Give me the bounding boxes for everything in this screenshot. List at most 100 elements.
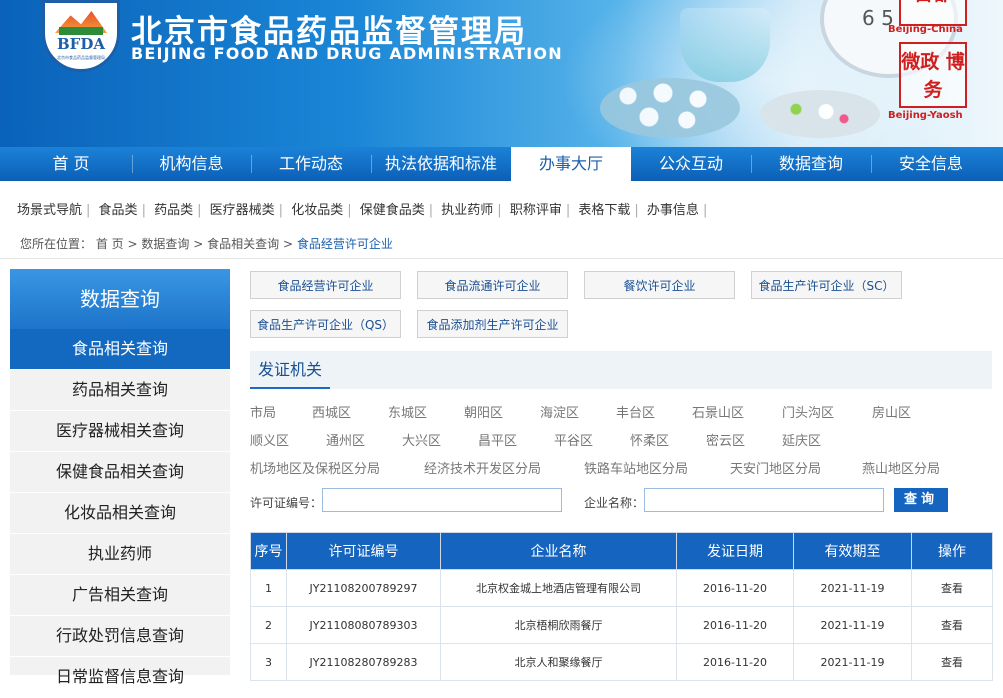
subnav-item[interactable]: 职称评审 (510, 199, 562, 218)
weibo-stamp-gov[interactable]: 微政 博务 (899, 42, 967, 108)
district-link[interactable]: 东城区 (388, 402, 427, 421)
nav-item-news[interactable]: 工作动态 (251, 147, 371, 181)
view-link[interactable]: 查看 (911, 569, 993, 607)
subnav-item[interactable]: 医疗器械类 (210, 199, 275, 218)
cell-index: 1 (250, 569, 287, 607)
subnav-item[interactable]: 场景式导航 (17, 199, 82, 218)
nav-item-data-query[interactable]: 数据查询 (751, 147, 871, 181)
subnav-item[interactable]: 食品类 (99, 199, 138, 218)
nav-item-safety-info[interactable]: 安全信息 (871, 147, 991, 181)
district-link[interactable]: 天安门地区分局 (730, 458, 821, 477)
cell-license: JY21108080789303 (286, 606, 441, 644)
nav-item-home[interactable]: 首 页 (10, 147, 132, 181)
district-link[interactable]: 大兴区 (402, 430, 441, 449)
district-link[interactable]: 石景山区 (692, 402, 744, 421)
breadcrumb-link[interactable]: 食品相关查询 (207, 237, 279, 251)
sidebar-item-supervision[interactable]: 日常监督信息查询 (10, 657, 230, 698)
col-header-index: 序号 (250, 532, 287, 570)
breadcrumb-sep: > (282, 237, 294, 251)
weibo-stamp-capital[interactable]: 首都 (899, 0, 967, 26)
subnav-item[interactable]: 执业药师 (441, 199, 493, 218)
dish-image (760, 90, 880, 138)
sidebar-item-ads[interactable]: 广告相关查询 (10, 575, 230, 616)
company-name-input[interactable] (644, 488, 884, 512)
issuing-authority-title: 发证机关 (250, 351, 330, 389)
district-link[interactable]: 铁路车站地区分局 (584, 458, 688, 477)
logo-text: BFDA (57, 35, 105, 53)
cell-license: JY21108200789297 (286, 569, 441, 607)
bfda-logo[interactable]: BFDA 北京市食品药品监督管理局 (42, 0, 120, 72)
sidebar-item-health-food[interactable]: 保健食品相关查询 (10, 452, 230, 493)
district-link[interactable]: 朝阳区 (464, 402, 503, 421)
subnav-item[interactable]: 表格下载 (578, 199, 630, 218)
query-catering-button[interactable]: 餐饮许可企业 (584, 271, 735, 299)
district-link[interactable]: 燕山地区分局 (862, 458, 940, 477)
breadcrumb-prefix: 您所在位置： (20, 237, 93, 251)
district-link[interactable]: 平谷区 (554, 430, 593, 449)
view-link[interactable]: 查看 (911, 606, 993, 644)
query-food-production-sc-button[interactable]: 食品生产许可企业（SC） (751, 271, 902, 299)
sub-nav: 场景式导航 | 食品类 | 药品类 | 医疗器械类 | 化妆品类 | 保健食品类 | 执业药… (17, 199, 711, 218)
district-link[interactable]: 经济技术开发区分局 (424, 458, 541, 477)
issuing-authority-header (250, 351, 992, 389)
main-nav: 首 页 机构信息 工作动态 执法依据和标准 办事大厅 公众互动 数据查询 安全信… (0, 147, 1003, 183)
subnav-item[interactable]: 药品类 (154, 199, 193, 218)
district-link[interactable]: 房山区 (872, 402, 911, 421)
table-row: 1 JY21108200789297 北京权金城上地酒店管理有限公司 2016-… (250, 569, 993, 607)
cell-company: 北京权金城上地酒店管理有限公司 (440, 569, 677, 607)
nav-item-service-hall[interactable]: 办事大厅 (511, 147, 631, 183)
district-link[interactable]: 顺义区 (250, 430, 289, 449)
logo-subtext: 北京市食品药品监督管理局 (57, 55, 105, 60)
stamp-caption: Beijing-China (888, 24, 963, 35)
col-header-company: 企业名称 (440, 532, 677, 570)
breadcrumb-current[interactable]: 食品经营许可企业 (297, 237, 393, 251)
query-food-business-button[interactable]: 食品经营许可企业 (250, 271, 401, 299)
divider (0, 258, 1003, 259)
sidebar-item-device[interactable]: 医疗器械相关查询 (10, 411, 230, 452)
district-link[interactable]: 丰台区 (616, 402, 655, 421)
cell-company: 北京梧桐欣雨餐厅 (440, 606, 677, 644)
district-link[interactable]: 昌平区 (478, 430, 517, 449)
breadcrumb-link[interactable]: 数据查询 (141, 237, 189, 251)
cell-valid-until: 2021-11-19 (793, 569, 912, 607)
query-food-production-qs-button[interactable]: 食品生产许可企业（QS） (250, 310, 401, 338)
district-link[interactable]: 市局 (250, 402, 276, 421)
district-link[interactable]: 海淀区 (540, 402, 579, 421)
subnav-item[interactable]: 保健食品类 (360, 199, 425, 218)
col-header-issue-date: 发证日期 (676, 532, 794, 570)
district-link[interactable]: 密云区 (706, 430, 745, 449)
subnav-item[interactable]: 办事信息 (647, 199, 699, 218)
cell-valid-until: 2021-11-19 (793, 606, 912, 644)
subnav-item[interactable]: 化妆品类 (291, 199, 343, 218)
sidebar-item-pharmacist[interactable]: 执业药师 (10, 534, 230, 575)
nav-item-org[interactable]: 机构信息 (132, 147, 251, 181)
breadcrumb-sep: > (193, 237, 204, 251)
stamp-caption: Beijing-Yaosh (888, 110, 963, 121)
district-link[interactable]: 通州区 (326, 430, 365, 449)
cell-issue-date: 2016-11-20 (676, 569, 794, 607)
district-link[interactable]: 怀柔区 (630, 430, 669, 449)
sidebar-item-cosmetics[interactable]: 化妆品相关查询 (10, 493, 230, 534)
nav-item-law[interactable]: 执法依据和标准 (371, 147, 511, 181)
search-button[interactable]: 查询 (894, 488, 948, 512)
sidebar-item-penalty[interactable]: 行政处罚信息查询 (10, 616, 230, 657)
col-header-license: 许可证编号 (286, 532, 441, 570)
license-number-input[interactable] (322, 488, 562, 512)
result-table: 序号 许可证编号 企业名称 发证日期 有效期至 操作 1 JY211082007… (250, 532, 993, 681)
cell-issue-date: 2016-11-20 (676, 606, 794, 644)
query-food-circulation-button[interactable]: 食品流通许可企业 (417, 271, 568, 299)
sidebar-item-drug[interactable]: 药品相关查询 (10, 370, 230, 411)
district-link[interactable]: 门头沟区 (782, 402, 834, 421)
district-link[interactable]: 延庆区 (782, 430, 821, 449)
breadcrumb-link[interactable]: 首 页 (96, 237, 124, 251)
district-link[interactable]: 西城区 (312, 402, 351, 421)
pills-image (600, 78, 740, 138)
header-banner: 6 5 BFDA 北京市食品药品监督管理局 北京市食品药品监督管理局 BEIJI… (0, 0, 1003, 147)
nav-item-interaction[interactable]: 公众互动 (631, 147, 751, 181)
glass-image (680, 8, 770, 82)
sidebar-item-food[interactable]: 食品相关查询 (10, 329, 230, 370)
cell-index: 2 (250, 606, 287, 644)
query-food-additive-button[interactable]: 食品添加剂生产许可企业 (417, 310, 568, 338)
license-number-label: 许可证编号： (250, 496, 323, 510)
district-link[interactable]: 机场地区及保税区分局 (250, 458, 380, 477)
